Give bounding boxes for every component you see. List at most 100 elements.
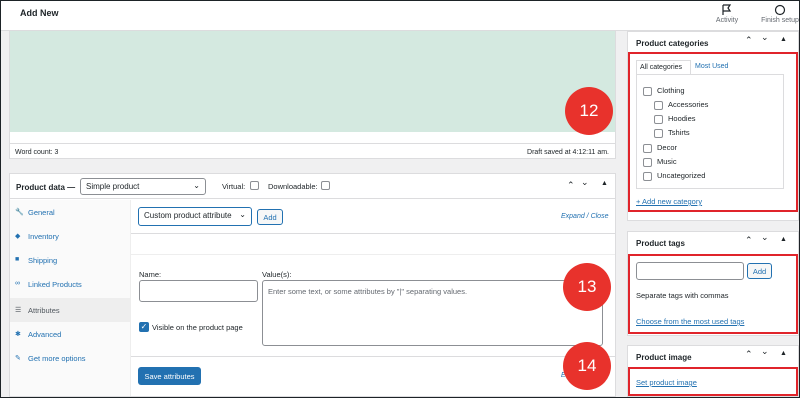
tags-header: Product tags ⌃ ⌄ ▲	[628, 232, 798, 254]
editor-status-bar: Word count: 3 Draft saved at 4:12:11 am.	[10, 143, 615, 157]
values-label: Value(s):	[262, 270, 292, 279]
attribute-name-input[interactable]	[139, 280, 258, 302]
tag-input[interactable]	[636, 262, 744, 280]
circle-icon	[774, 4, 786, 16]
downloadable-label: Downloadable:	[268, 182, 318, 191]
set-product-image-link[interactable]: Set product image	[636, 378, 697, 387]
page: Add New Activity Finish setup Word count…	[0, 0, 800, 398]
category-checkbox[interactable]	[654, 128, 663, 138]
callout-badge-12: 12	[565, 87, 613, 135]
top-bar: Add New Activity Finish setup	[1, 1, 799, 31]
page-title: Add New	[20, 8, 59, 18]
add-new-category-link[interactable]: + Add new category	[636, 197, 702, 206]
category-item[interactable]: Decor	[643, 143, 677, 153]
downloadable-checkbox[interactable]	[321, 181, 330, 190]
plugin-icon: ✎	[15, 355, 21, 362]
product-type-select[interactable]: Simple product ⌄	[80, 178, 206, 195]
product-data-header: Product data — Simple product ⌄ Virtual:…	[10, 174, 615, 199]
tab-get-more-options[interactable]: ✎ Get more options	[10, 346, 131, 370]
tab-label: Advanced	[28, 330, 62, 339]
tab-linked-products[interactable]: ∞ Linked Products	[10, 272, 131, 296]
highlight-categories: All categories Most Used Clothing Access…	[628, 52, 798, 212]
category-checkbox[interactable]	[643, 171, 652, 181]
add-attribute-button[interactable]: Add	[257, 209, 283, 225]
list-icon: ☰	[15, 307, 22, 314]
move-up-icon[interactable]: ⌃	[567, 180, 575, 191]
tab-label: Linked Products	[28, 280, 82, 289]
category-checkbox[interactable]	[654, 114, 663, 124]
tab-most-used[interactable]: Most Used	[695, 63, 728, 70]
truck-icon: ■	[15, 256, 20, 263]
product-data-label: Product data —	[16, 183, 76, 192]
categories-header: Product categories ⌃ ⌄ ▲	[628, 32, 798, 54]
gear-icon: ✱	[15, 331, 21, 338]
toggle-panel-icon[interactable]: ▲	[780, 236, 787, 243]
editor-canvas[interactable]	[10, 31, 615, 132]
category-item[interactable]: Music	[643, 157, 677, 167]
category-checkbox[interactable]	[643, 157, 652, 167]
product-type-value: Simple product	[86, 182, 140, 191]
tab-label: General	[28, 208, 55, 217]
add-tag-button[interactable]: Add	[747, 263, 772, 279]
highlight-tags: Add Separate tags with commas Choose fro…	[628, 254, 798, 334]
toggle-panel-icon[interactable]: ▲	[780, 36, 787, 43]
category-checkbox[interactable]	[654, 100, 663, 110]
category-item[interactable]: Hoodies	[654, 114, 696, 124]
chevron-down-icon: ⌄	[193, 181, 200, 190]
tab-general[interactable]: 🔧 General	[10, 200, 131, 224]
expand-close-link[interactable]: Expand / Close	[561, 213, 608, 220]
chevron-down-icon: ⌄	[239, 210, 246, 219]
category-checkbox[interactable]	[643, 143, 652, 153]
draft-saved-status: Draft saved at 4:12:11 am.	[527, 149, 609, 156]
categories-title: Product categories	[636, 39, 709, 48]
virtual-checkbox[interactable]	[250, 181, 259, 190]
attribute-select[interactable]: Custom product attribute ⌄	[138, 207, 252, 226]
tab-inventory[interactable]: ◆ Inventory	[10, 224, 131, 248]
tab-shipping[interactable]: ■ Shipping	[10, 248, 131, 272]
attribute-values-textarea[interactable]: Enter some text, or some attributes by "…	[262, 280, 603, 346]
category-item[interactable]: Uncategorized	[643, 171, 705, 181]
category-label: Music	[657, 157, 677, 166]
image-title: Product image	[636, 353, 692, 362]
activity-button[interactable]: Activity	[707, 4, 747, 24]
category-item[interactable]: Accessories	[654, 100, 708, 110]
activity-label: Activity	[715, 17, 739, 24]
tab-attributes[interactable]: ☰ Attributes	[10, 298, 131, 322]
category-item[interactable]: Clothing	[643, 86, 685, 96]
product-data-tabs: 🔧 General ◆ Inventory ■ Shipping ∞ Linked Pr…	[10, 200, 131, 396]
move-down-icon[interactable]: ⌄	[581, 177, 589, 188]
category-checkbox[interactable]	[643, 86, 652, 96]
move-up-icon[interactable]: ⌃	[745, 349, 753, 360]
link-icon: ∞	[15, 280, 20, 287]
category-label: Accessories	[668, 100, 709, 109]
product-data-panel: Product data — Simple product ⌄ Virtual:…	[9, 173, 616, 397]
most-used-tags-link[interactable]: Choose from the most used tags	[636, 317, 744, 326]
finish-setup-button[interactable]: Finish setup	[755, 4, 799, 24]
callout-badge-14: 14	[563, 342, 611, 390]
category-label: Tshirts	[668, 128, 690, 137]
name-label: Name:	[139, 270, 162, 279]
move-down-icon[interactable]: ⌄	[761, 32, 769, 43]
category-item[interactable]: Tshirts	[654, 128, 690, 138]
attribute-select-value: Custom product attribute	[144, 211, 232, 220]
move-down-icon[interactable]: ⌄	[761, 232, 769, 243]
values-placeholder: Enter some text, or some attributes by "…	[268, 287, 468, 296]
callout-badge-13: 13	[563, 263, 611, 311]
tag-icon: ◆	[15, 233, 21, 240]
content-editor: Word count: 3 Draft saved at 4:12:11 am.	[9, 31, 616, 159]
wrench-icon: 🔧	[15, 209, 24, 216]
move-up-icon[interactable]: ⌃	[745, 35, 753, 46]
move-down-icon[interactable]: ⌄	[761, 346, 769, 357]
save-attributes-button[interactable]: Save attributes	[138, 367, 201, 385]
toggle-panel-icon[interactable]: ▲	[780, 350, 787, 357]
visible-checkbox[interactable]: ✓	[139, 322, 149, 332]
move-up-icon[interactable]: ⌃	[745, 235, 753, 246]
toggle-panel-icon[interactable]: ▲	[601, 180, 608, 187]
tab-label: Inventory	[28, 232, 59, 241]
finish-setup-label: Finish setup	[761, 17, 799, 24]
tab-all-categories[interactable]: All categories	[636, 60, 691, 74]
tab-advanced[interactable]: ✱ Advanced	[10, 322, 131, 346]
attribute-row-divider	[131, 254, 615, 255]
category-label: Hoodies	[668, 114, 696, 123]
tab-label: Shipping	[28, 256, 58, 265]
